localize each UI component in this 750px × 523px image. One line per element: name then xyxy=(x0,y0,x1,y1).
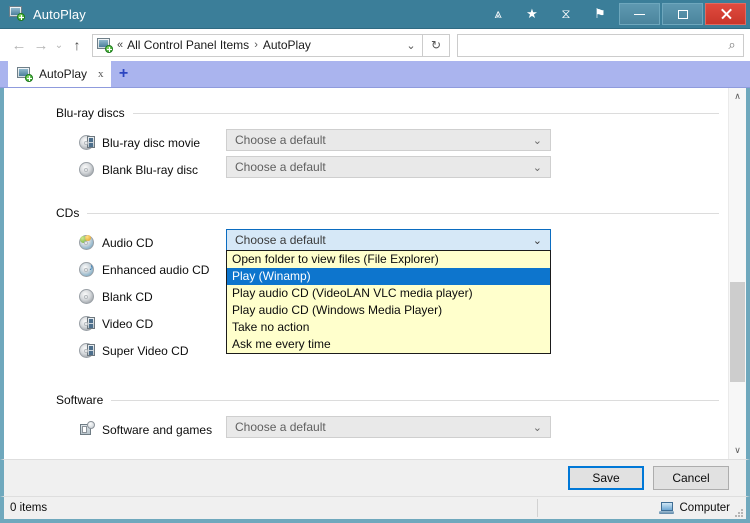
row-label: Blank CD xyxy=(102,289,153,304)
row-label: Blu-ray disc movie xyxy=(102,135,201,150)
dropdown-item-open-folder[interactable]: Open folder to view files (File Explorer… xyxy=(227,251,550,268)
breadcrumb-separator-icon: › xyxy=(254,39,258,51)
minimize-button[interactable] xyxy=(619,3,660,25)
tab-label: AutoPlay xyxy=(39,67,88,81)
combobox-software-and-games[interactable]: Choose a default ⌄ xyxy=(226,416,551,438)
up-button[interactable]: ↑ xyxy=(66,33,88,57)
dropdown-item-play-winamp[interactable]: Play (Winamp) xyxy=(227,268,550,285)
group-divider xyxy=(111,399,719,401)
dropdown-item-play-wmp[interactable]: Play audio CD (Windows Media Player) xyxy=(227,302,550,319)
status-bar: 0 items Computer xyxy=(0,496,750,523)
autoplay-window: AutoPlay ⩓ ★ ⧖ ⚑ ← → ⌄ ↑ « All Control P… xyxy=(0,0,750,523)
group-title: Blu-ray discs xyxy=(56,106,125,120)
cancel-button[interactable]: Cancel xyxy=(653,466,729,490)
combobox-audio-cd[interactable]: Choose a default ⌄ xyxy=(226,229,551,251)
row-label: Enhanced audio CD xyxy=(102,262,210,277)
combobox-value: Choose a default xyxy=(235,133,326,147)
vertical-scrollbar[interactable]: ∧ ∨ xyxy=(728,88,746,459)
group-header-cds: CDs xyxy=(56,206,719,220)
chevron-down-icon[interactable]: ⌄ xyxy=(400,39,422,52)
scrollbar-thumb[interactable] xyxy=(730,282,745,382)
row-label: Software and games xyxy=(102,422,213,437)
row-label: Super Video CD xyxy=(102,343,189,358)
dialog-footer: Save Cancel xyxy=(0,459,750,496)
caption-buttons xyxy=(617,2,746,26)
chevrons-down-icon[interactable]: ⩓ xyxy=(481,0,515,28)
breadcrumb-item-autoplay[interactable]: AutoPlay xyxy=(263,38,311,52)
autoplay-settings-panel: Blu-ray discs Blu-ray disc movie Blank B… xyxy=(4,88,728,459)
content-area: Blu-ray discs Blu-ray disc movie Blank B… xyxy=(0,88,750,459)
enhanced-audio-cd-icon: ♪ xyxy=(78,262,94,278)
group-divider xyxy=(132,112,719,114)
row-label: Blank Blu-ray disc xyxy=(102,162,199,177)
navigation-bar: ← → ⌄ ↑ « All Control Panel Items › Auto… xyxy=(0,29,750,61)
group-title: Software xyxy=(56,393,104,407)
chevron-down-icon: ⌄ xyxy=(532,134,542,147)
dropdown-item-play-vlc[interactable]: Play audio CD (VideoLAN VLC media player… xyxy=(227,285,550,302)
tab-strip: AutoPlay x + xyxy=(0,61,750,88)
resize-grip[interactable] xyxy=(734,508,743,517)
bluray-movie-disc-icon xyxy=(78,135,95,151)
tab-close-icon[interactable]: x xyxy=(98,68,104,80)
scroll-up-button[interactable]: ∧ xyxy=(729,88,746,105)
chevron-down-icon: ⌄ xyxy=(532,161,542,174)
refresh-button[interactable]: ↻ xyxy=(423,33,450,57)
forward-button[interactable]: → xyxy=(30,33,52,57)
star-icon[interactable]: ★ xyxy=(515,0,549,28)
super-video-cd-icon xyxy=(78,343,95,359)
audio-cd-icon xyxy=(78,235,94,251)
new-tab-button[interactable]: + xyxy=(111,61,137,87)
combobox-blank-bluray-disc[interactable]: Choose a default ⌄ xyxy=(226,156,551,178)
software-games-icon xyxy=(78,421,95,438)
row-label: Video CD xyxy=(102,316,154,331)
search-box[interactable]: ⌕ xyxy=(457,33,744,57)
combobox-bluray-disc-movie[interactable]: Choose a default ⌄ xyxy=(226,129,551,151)
window-title: AutoPlay xyxy=(33,6,86,22)
status-divider xyxy=(537,499,538,517)
chevron-down-icon: ⌄ xyxy=(532,421,542,434)
chevron-down-icon: ⌄ xyxy=(532,234,542,247)
recent-locations-button[interactable]: ⌄ xyxy=(52,33,66,57)
titlebar-tools: ⩓ ★ ⧖ ⚑ xyxy=(481,0,750,28)
computer-icon xyxy=(658,502,674,514)
blank-disc-icon xyxy=(78,162,94,178)
video-cd-icon xyxy=(78,316,95,332)
status-location-label: Computer xyxy=(679,502,731,514)
combobox-value: Choose a default xyxy=(235,160,326,174)
breadcrumb: « All Control Panel Items › AutoPlay xyxy=(116,38,311,52)
tab-icon xyxy=(17,67,33,82)
combobox-value: Choose a default xyxy=(235,420,326,434)
address-bar[interactable]: « All Control Panel Items › AutoPlay ⌄ xyxy=(92,33,423,57)
dropdown-item-ask-every-time[interactable]: Ask me every time xyxy=(227,336,550,353)
combobox-value: Choose a default xyxy=(235,233,326,247)
pin-icon[interactable]: ⚑ xyxy=(583,0,617,28)
group-title: CDs xyxy=(56,206,80,220)
close-button[interactable] xyxy=(705,3,746,25)
group-header-software: Software xyxy=(56,393,719,407)
scroll-down-button[interactable]: ∨ xyxy=(729,442,746,459)
blank-disc-icon xyxy=(78,289,94,305)
tab-autoplay[interactable]: AutoPlay x xyxy=(8,61,111,87)
dropdown-item-take-no-action[interactable]: Take no action xyxy=(227,319,550,336)
search-icon: ⌕ xyxy=(728,37,736,52)
row-label: Audio CD xyxy=(102,235,154,250)
save-button[interactable]: Save xyxy=(568,466,644,490)
status-location: Computer xyxy=(658,502,731,514)
group-header-bluray: Blu-ray discs xyxy=(56,106,719,120)
breadcrumb-item-all-control-panel-items[interactable]: All Control Panel Items xyxy=(127,38,249,52)
status-item-count: 0 items xyxy=(10,502,48,514)
group-divider xyxy=(87,212,719,214)
address-bar-icon xyxy=(97,38,113,53)
title-bar: AutoPlay ⩓ ★ ⧖ ⚑ xyxy=(0,0,750,29)
dropdown-audio-cd-options[interactable]: Open folder to view files (File Explorer… xyxy=(226,250,551,354)
back-button[interactable]: ← xyxy=(8,33,30,57)
maximize-button[interactable] xyxy=(662,3,703,25)
history-icon[interactable]: ⧖ xyxy=(549,0,583,28)
breadcrumb-overflow-icon[interactable]: « xyxy=(117,39,123,51)
window-app-icon xyxy=(9,6,25,22)
